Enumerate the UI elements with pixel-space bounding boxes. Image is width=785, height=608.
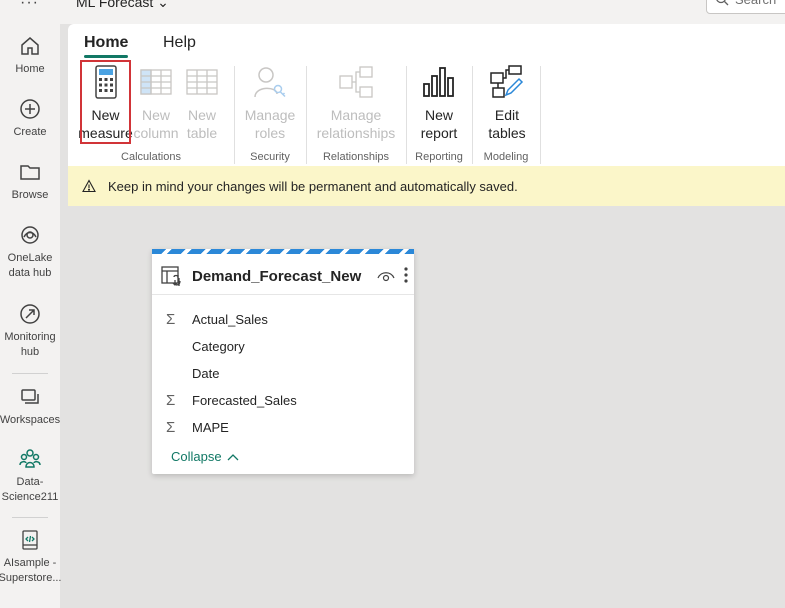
ribbon-group-separator <box>406 66 407 164</box>
sigma-icon: Σ <box>166 418 176 436</box>
tab-home[interactable]: Home <box>84 34 129 58</box>
ribbon-group-separator <box>234 66 235 164</box>
monitor-icon <box>20 304 40 324</box>
manage-relationships-label: Manage relationships <box>316 107 396 141</box>
nav-data-science-workspace[interactable]: Data- Science211 <box>0 447 60 505</box>
nav-home-label: Home <box>15 63 45 75</box>
nav-workspaces-label: Workspaces <box>0 414 61 426</box>
collapse-button[interactable]: Collapse <box>171 449 240 464</box>
new-report-label: New report <box>420 107 458 141</box>
table-card-title: Demand_Forecast_New <box>192 267 362 285</box>
nav-browse-label: Browse <box>11 189 49 201</box>
nav-aisample-notebook[interactable]: AIsample - Superstore... <box>0 528 62 586</box>
field-name: Category <box>192 338 245 354</box>
ribbon-group-separator <box>540 66 541 164</box>
collapse-label: Collapse <box>171 449 222 464</box>
edit-tables-icon <box>490 65 524 98</box>
manage-roles-button[interactable]: Manage roles <box>242 64 298 142</box>
chevron-up-icon <box>227 453 239 460</box>
group-label-modeling: Modeling <box>483 151 529 163</box>
tab-help[interactable]: Help <box>163 34 196 52</box>
relationships-icon <box>339 66 373 98</box>
edit-tables-button[interactable]: Edit tables <box>480 64 534 142</box>
column-table-icon <box>140 69 172 95</box>
field-item-category[interactable]: Category <box>166 336 245 356</box>
field-name: Date <box>192 365 220 381</box>
group-label-reporting: Reporting <box>415 151 463 163</box>
nav-onelake[interactable]: OneLake data hub <box>0 223 60 281</box>
field-item-forecasted-sales[interactable]: Σ Forecasted_Sales <box>166 390 297 410</box>
field-name: Actual_Sales <box>192 311 268 327</box>
eye-icon[interactable] <box>376 267 396 285</box>
search-placeholder: Search <box>735 0 776 13</box>
autosave-warning-banner: Keep in mind your changes will be perman… <box>68 166 785 206</box>
new-measure-highlight-box <box>80 60 131 144</box>
nav-monitoring-label: Monitoring hub <box>4 331 56 358</box>
left-nav-rail: ··· Home Create Browse OneLake data hub … <box>0 0 62 608</box>
sigma-icon: Σ <box>166 310 176 328</box>
workspaces-icon <box>21 389 39 404</box>
nav-monitoring[interactable]: Monitoring hub <box>0 302 60 360</box>
group-label-calculations: Calculations <box>121 151 181 163</box>
rail-divider <box>12 517 48 518</box>
table-refresh-icon <box>161 266 181 286</box>
nav-browse[interactable]: Browse <box>0 160 60 203</box>
ribbon-group-separator <box>472 66 473 164</box>
folder-icon <box>20 165 40 180</box>
home-icon <box>21 37 39 55</box>
top-bar: ML Forecast ⌄ Search <box>60 0 785 24</box>
new-column-label: New column <box>133 107 179 141</box>
rail-divider <box>12 373 48 374</box>
new-table-button[interactable]: New table <box>182 64 222 142</box>
new-column-button[interactable]: New column <box>133 64 179 142</box>
nav-create[interactable]: Create <box>0 97 60 140</box>
table-icon <box>186 69 218 95</box>
edit-tables-label: Edit tables <box>488 107 526 141</box>
table-card[interactable]: Demand_Forecast_New Σ Actual_Sales Categ… <box>152 249 414 474</box>
field-name: Forecasted_Sales <box>192 392 297 408</box>
notebook-icon <box>22 530 38 550</box>
model-title-dropdown[interactable]: ML Forecast ⌄ <box>76 0 169 11</box>
people-icon <box>19 449 41 468</box>
group-label-security: Security <box>250 151 290 163</box>
search-icon <box>716 0 729 6</box>
field-name: MAPE <box>192 419 229 435</box>
nav-onelake-label: OneLake data hub <box>7 252 53 279</box>
field-item-actual-sales[interactable]: Σ Actual_Sales <box>166 309 268 329</box>
onelake-icon <box>21 226 39 244</box>
more-options-icon[interactable] <box>400 263 412 287</box>
app-launcher-button[interactable]: ··· <box>20 0 39 12</box>
user-key-icon <box>254 67 286 98</box>
new-report-button[interactable]: New report <box>413 64 465 142</box>
table-card-header[interactable]: Demand_Forecast_New <box>160 263 408 289</box>
nav-workspaces[interactable]: Workspaces <box>0 385 60 428</box>
ribbon-group-separator <box>306 66 307 164</box>
table-card-divider <box>152 294 414 295</box>
warning-icon <box>82 179 96 193</box>
nav-aisample-label: AIsample - Superstore... <box>0 557 62 584</box>
nav-data-science-label: Data- Science211 <box>1 476 59 503</box>
group-label-relationships: Relationships <box>322 151 390 163</box>
nav-home[interactable]: Home <box>0 34 60 77</box>
manage-roles-label: Manage roles <box>244 107 296 141</box>
warning-text: Keep in mind your changes will be perman… <box>108 178 518 194</box>
manage-relationships-button[interactable]: Manage relationships <box>314 64 398 142</box>
field-item-mape[interactable]: Σ MAPE <box>166 417 229 437</box>
field-item-date[interactable]: Date <box>166 363 219 383</box>
search-box[interactable]: Search <box>706 0 785 14</box>
bar-chart-icon <box>423 67 454 97</box>
plus-circle-icon <box>20 99 40 119</box>
new-table-label: New table <box>186 107 218 141</box>
table-card-selection-stripe <box>152 249 414 254</box>
ribbon: Home Help New measure New column New tab… <box>68 24 785 166</box>
nav-create-label: Create <box>13 126 47 138</box>
sigma-icon: Σ <box>166 391 176 409</box>
